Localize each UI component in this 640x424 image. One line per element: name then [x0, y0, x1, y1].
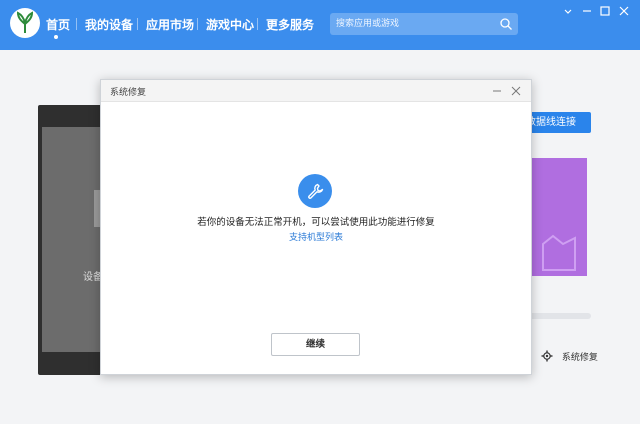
minimize-icon[interactable]: [580, 4, 594, 18]
nav-more-services[interactable]: 更多服务: [266, 16, 314, 33]
wrench-icon: [298, 174, 332, 208]
continue-button[interactable]: 继续: [271, 333, 360, 356]
nav-game-center[interactable]: 游戏中心: [206, 16, 254, 33]
promo-banner[interactable]: [529, 158, 587, 276]
dialog-close-icon[interactable]: [510, 85, 522, 97]
nav-divider: [197, 18, 198, 30]
active-indicator: [54, 35, 58, 39]
gear-icon: [541, 350, 553, 362]
nav-home[interactable]: 首页: [46, 16, 70, 33]
search-icon[interactable]: [499, 17, 513, 31]
dialog-message: 若你的设备无法正常开机，可以尝试使用此功能进行修复: [197, 217, 435, 228]
dialog-minimize-icon[interactable]: [491, 85, 503, 97]
dialog-titlebar: 系统修复: [101, 80, 531, 102]
supported-models-link[interactable]: 支持机型列表: [101, 230, 531, 243]
menu-icon[interactable]: [561, 4, 575, 18]
app-logo-icon[interactable]: [10, 8, 40, 38]
nav-app-market[interactable]: 应用市场: [146, 16, 194, 33]
search-input[interactable]: [330, 13, 496, 35]
close-icon[interactable]: [617, 4, 631, 18]
progress-bar: [529, 313, 591, 319]
system-repair-shortcut[interactable]: 系统修复: [541, 350, 598, 363]
nav-divider: [257, 18, 258, 30]
top-bar: 首页 我的设备 应用市场 游戏中心 更多服务: [0, 0, 640, 50]
dialog-title: 系统修复: [110, 88, 147, 98]
nav-divider: [76, 18, 77, 30]
system-repair-dialog: 系统修复 若你的设备无法正常开机，可以尝试使用此功能进行修复 支持机型列表 继续: [100, 79, 532, 375]
search-box[interactable]: [330, 13, 518, 35]
system-repair-label: 系统修复: [561, 353, 598, 363]
maximize-icon[interactable]: [598, 4, 612, 18]
usb-connect-button[interactable]: 数据线连接: [522, 112, 591, 133]
nav-divider: [137, 18, 138, 30]
nav-my-devices[interactable]: 我的设备: [85, 16, 133, 33]
